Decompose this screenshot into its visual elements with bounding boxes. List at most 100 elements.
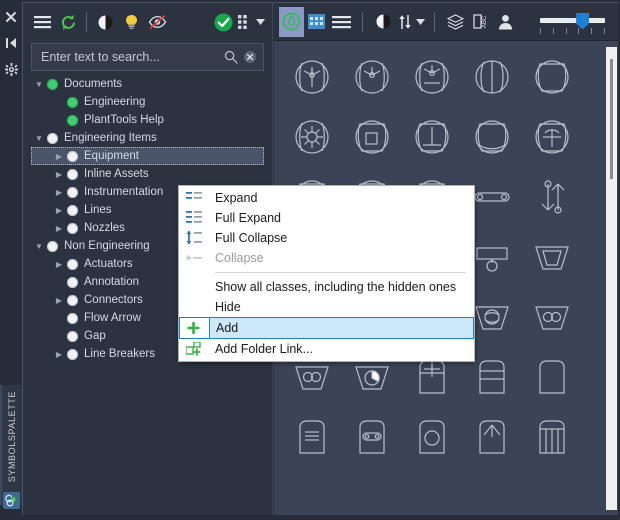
- search-icon[interactable]: [224, 50, 238, 64]
- refresh-icon-svg: [61, 14, 75, 30]
- lightbulb-icon[interactable]: [118, 9, 144, 35]
- full-collapse-icon: [179, 228, 209, 248]
- symbol-cell-tank-plain[interactable]: [522, 347, 582, 407]
- context-menu-item-add[interactable]: Add: [179, 317, 474, 339]
- menu-hamburger-icon[interactable]: [29, 9, 55, 35]
- palette-panel: Enter text to search... ▼ Documents Engine…: [22, 2, 618, 518]
- chevron-right-icon[interactable]: ▶: [51, 260, 67, 269]
- symbol-cell-agitator-propeller-2[interactable]: [342, 47, 402, 107]
- chevron-down-icon[interactable]: ▼: [31, 242, 47, 251]
- tree-item-label: Documents: [64, 78, 123, 90]
- chevron-down-icon[interactable]: ▼: [31, 134, 47, 143]
- collapse-panel-icon[interactable]: [0, 32, 22, 54]
- symbol-tank-lines: [299, 420, 325, 454]
- tree-item-equipment[interactable]: ▶ Equipment: [31, 147, 264, 165]
- context-menu-item-label: Hide: [215, 300, 241, 314]
- tree-item-dot: [67, 186, 78, 198]
- sort-icon[interactable]: [396, 7, 414, 37]
- symbol-cell-vessel-square-internal[interactable]: [342, 107, 402, 167]
- grid-dots-icon[interactable]: [236, 9, 254, 35]
- layers-icon[interactable]: [443, 7, 468, 37]
- tab-symbols[interactable]: [279, 6, 304, 37]
- tree-item-dot: [67, 222, 78, 234]
- check-circle-icon[interactable]: [210, 9, 236, 35]
- tree-item-engineering[interactable]: Engineering: [31, 93, 264, 111]
- symbol-contrast-icon[interactable]: [371, 7, 396, 37]
- symbol-cell-hopper-double-circle[interactable]: [522, 287, 582, 347]
- tree-item-label: Engineering Items: [64, 132, 157, 144]
- tab-grid[interactable]: [304, 7, 329, 37]
- context-menu-item-full-expand[interactable]: Full Expand: [179, 208, 474, 228]
- symbol-cell-agitator-radial[interactable]: [282, 107, 342, 167]
- user-icon[interactable]: [493, 7, 518, 37]
- symbol-cell-vessel-anchor[interactable]: [522, 107, 582, 167]
- context-menu-icon-slot: [179, 277, 209, 297]
- symbol-vessel-split: [475, 60, 509, 94]
- context-menu-item-label: Collapse: [215, 251, 264, 265]
- sort-caret-icon[interactable]: [414, 7, 426, 37]
- symbol-cell-hopper-trapezoid[interactable]: [522, 227, 582, 287]
- context-menu-item-full-collapse[interactable]: Full Collapse: [179, 228, 474, 248]
- symbol-cell-tank-columns[interactable]: [522, 407, 582, 467]
- context-menu-item-show-all-classes-including-the-hidden-ones[interactable]: Show all classes, including the hidden o…: [179, 277, 474, 297]
- chevron-right-icon[interactable]: ▶: [51, 296, 67, 305]
- symbol-agitator-radial: [295, 120, 329, 154]
- tab-list[interactable]: [329, 7, 354, 37]
- hidden-visibility-icon[interactable]: [144, 9, 170, 35]
- settings-gear-icon[interactable]: [0, 58, 22, 80]
- zoom-slider[interactable]: [532, 7, 613, 37]
- tree-item-label: PlantTools Help: [84, 114, 164, 126]
- dropdown-caret-icon[interactable]: [254, 9, 266, 35]
- chevron-right-icon[interactable]: ▶: [51, 350, 67, 359]
- chevron-right-icon[interactable]: ▶: [51, 188, 67, 197]
- clear-icon[interactable]: [243, 50, 257, 64]
- search-box-icons: [224, 50, 257, 64]
- context-menu-item-hide[interactable]: Hide: [179, 297, 474, 317]
- chevron-right-icon[interactable]: ▶: [51, 152, 67, 161]
- symbol-tank-capsule: [359, 420, 385, 454]
- symbol-cell-tank-capsule[interactable]: [342, 407, 402, 467]
- palette-module-icon[interactable]: [3, 492, 20, 509]
- symbol-grid-scrollbar-thumb[interactable]: [610, 59, 613, 179]
- tree-item-dot: [67, 96, 78, 108]
- zoom-slider-ticks: [540, 27, 605, 36]
- symbol-cell-agitator-propeller-1[interactable]: [282, 47, 342, 107]
- layers-icon-svg: [447, 13, 464, 30]
- label-abc-icon[interactable]: ABC: [468, 7, 493, 37]
- symbol-cell-tank-lines[interactable]: [282, 407, 342, 467]
- refresh-icon[interactable]: [55, 9, 81, 35]
- context-menu-item-expand[interactable]: Expand: [179, 188, 474, 208]
- chevron-right-icon[interactable]: ▶: [51, 224, 67, 233]
- context-menu-item-label: Full Collapse: [215, 231, 288, 245]
- symbol-palette-vertical-tab[interactable]: SYMBOLSPALETTE: [0, 385, 22, 505]
- search-input[interactable]: Enter text to search...: [41, 50, 224, 64]
- contrast-icon[interactable]: [92, 9, 118, 35]
- tree-item-documents[interactable]: ▼ Documents: [31, 75, 264, 93]
- symbol-cell-flow-s-arrows[interactable]: [522, 167, 582, 227]
- tree-context-menu[interactable]: Expand Full Expand Full Collapse Collapse Sh…: [178, 185, 475, 362]
- tree-item-engineering-items[interactable]: ▼ Engineering Items: [31, 129, 264, 147]
- tree-item-planttools-help[interactable]: PlantTools Help: [31, 111, 264, 129]
- chevron-right-icon[interactable]: ▶: [51, 206, 67, 215]
- symbol-cell-tank-circle[interactable]: [402, 407, 462, 467]
- context-menu-item-label: Show all classes, including the hidden o…: [215, 280, 457, 294]
- symbol-cell-vessel-split[interactable]: [462, 47, 522, 107]
- chevron-down-icon[interactable]: ▼: [31, 80, 47, 89]
- tree-item-label: Annotation: [84, 276, 139, 288]
- symbol-cell-vessel-tee-internal[interactable]: [402, 107, 462, 167]
- palette-module-icon-svg: [5, 494, 17, 507]
- collapse-icon: [185, 255, 202, 261]
- search-box[interactable]: Enter text to search...: [31, 43, 264, 71]
- chevron-right-icon[interactable]: ▶: [51, 170, 67, 179]
- symbol-cell-tank-fan[interactable]: [462, 407, 522, 467]
- context-menu-item-add-folder-link[interactable]: Add Folder Link...: [179, 339, 474, 359]
- symbol-tank-fan: [479, 420, 505, 454]
- symbol-cell-vessel-plain[interactable]: [522, 47, 582, 107]
- close-icon[interactable]: [0, 6, 22, 28]
- circle-leaf-icon: [282, 12, 301, 31]
- symbol-grid-scrollbar[interactable]: [606, 47, 617, 510]
- zoom-slider-track[interactable]: [540, 17, 605, 23]
- symbol-cell-vessel-dish[interactable]: [462, 107, 522, 167]
- tree-item-inline-assets[interactable]: ▶ Inline Assets: [31, 165, 264, 183]
- symbol-cell-agitator-propeller-3[interactable]: [402, 47, 462, 107]
